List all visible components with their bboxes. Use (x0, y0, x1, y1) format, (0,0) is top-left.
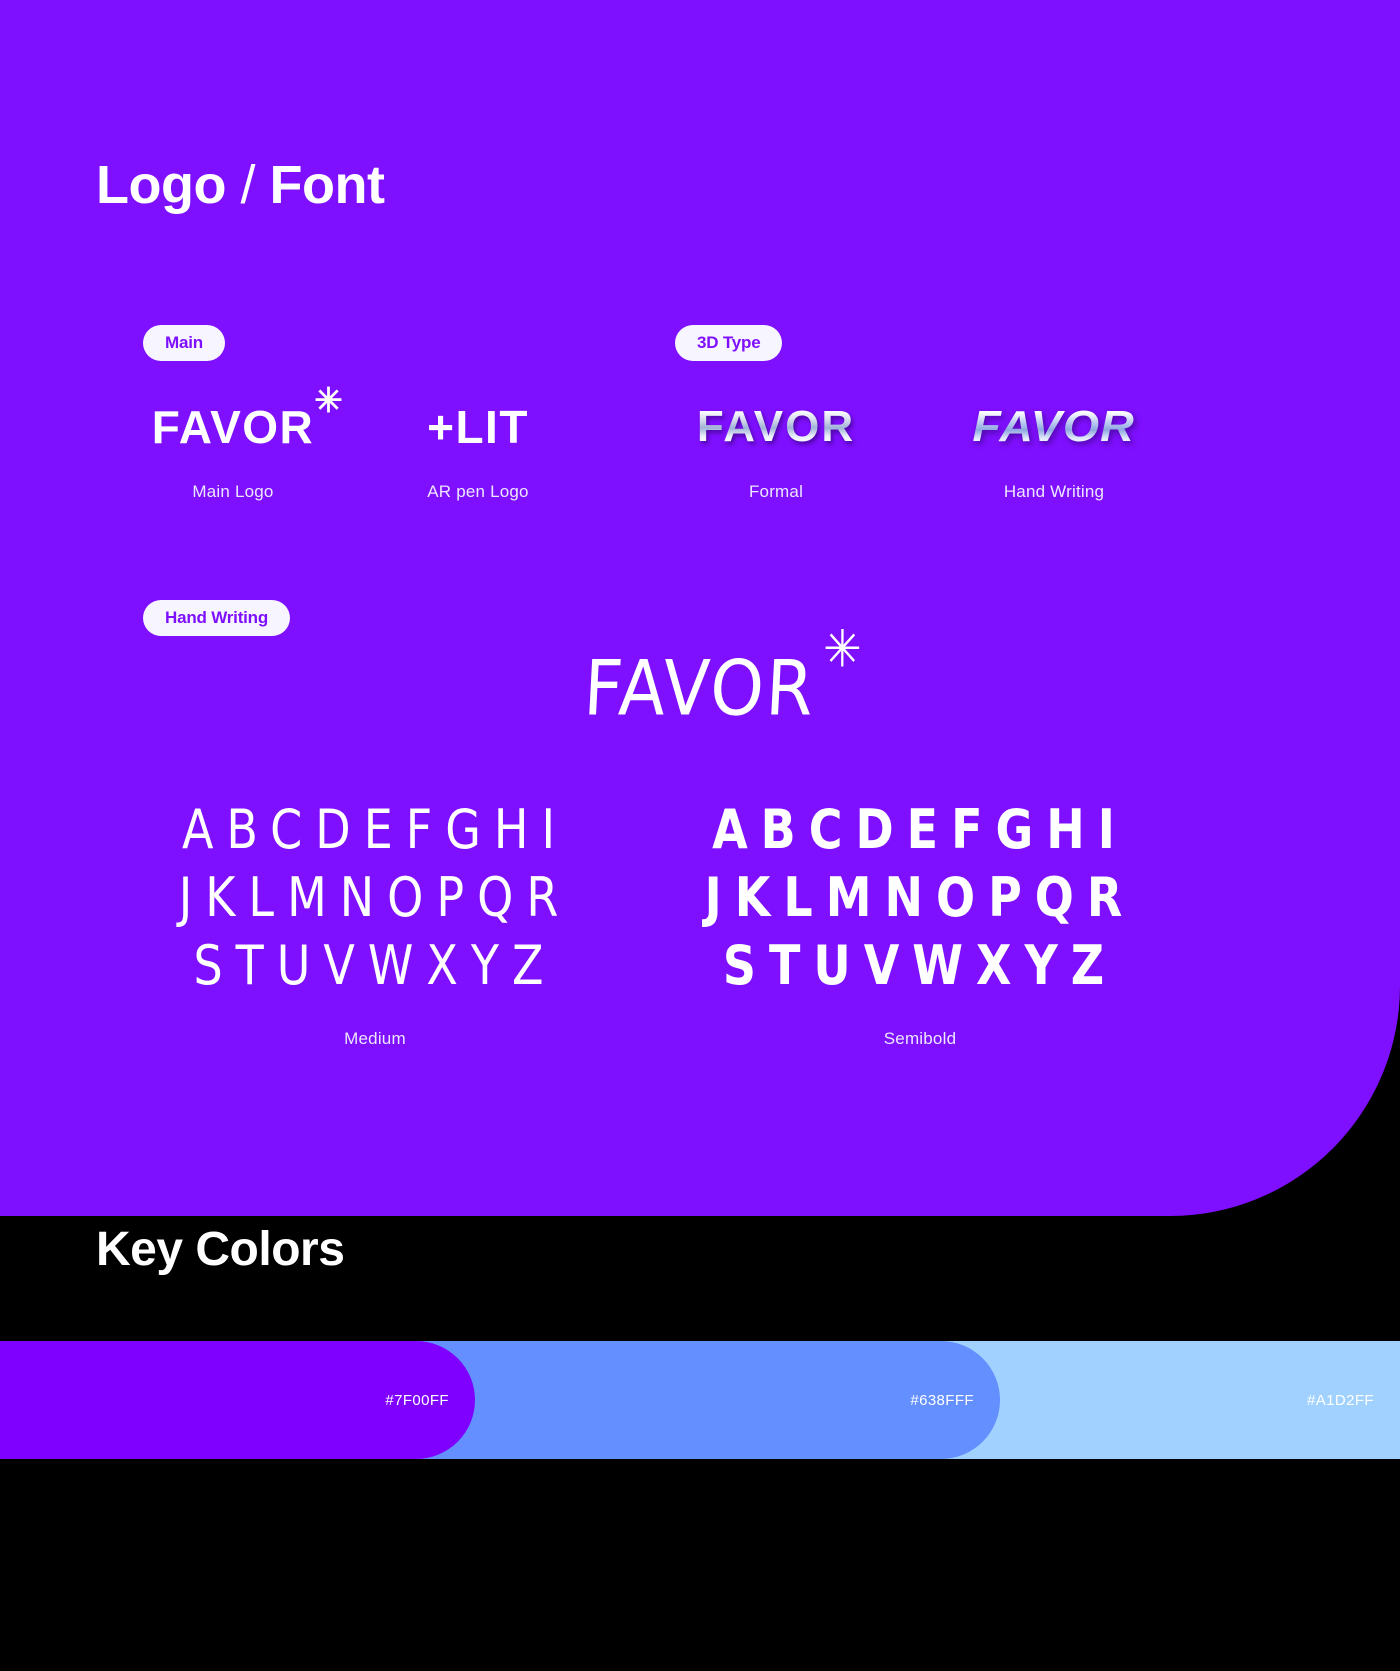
color-swatch-7f00ff: #7F00FF (0, 1341, 475, 1459)
logo-specimen-main: FAVOR ✳ Main Logo (140, 384, 343, 502)
badge-main: Main (143, 325, 225, 361)
logo-caption: Main Logo (192, 482, 274, 501)
asterisk-icon: ✳ (822, 618, 864, 679)
hand-writing-logo: FAVOR ✳ (0, 618, 1400, 733)
logo-specimen-formal: FAVOR ✳ Formal (672, 388, 880, 502)
logo-caption: AR pen Logo (427, 482, 529, 501)
color-hex-label: #7F00FF (385, 1391, 449, 1409)
alphabet-specimen-medium: ABCDEFGHI JKLMNOPQR STUVWXYZ Medium (120, 795, 630, 1049)
hand-writing-wordmark: FAVOR ✳ (582, 618, 864, 734)
logo-art-ar-pen: +LIT (380, 388, 576, 466)
logo-font-panel: Logo / Font Main 3D Type Hand Writing FA… (0, 0, 1400, 1216)
asterisk-icon: ✳ (314, 382, 345, 420)
key-colors-title: Key Colors (96, 1223, 345, 1276)
logo-caption: Hand Writing (1003, 482, 1105, 501)
brand-guideline-page: Logo / Font Main 3D Type Hand Writing FA… (0, 0, 1400, 1671)
logo-specimen-hand-writing-3d: FAVOR Hand Writing (940, 388, 1168, 502)
wordmark-text: FAVOR (582, 645, 818, 734)
wordmark-plus-lit: +LIT (427, 400, 529, 454)
alphabet-row: STUVWXYZ (193, 933, 557, 997)
alphabet-weight-label: Semibold (883, 1029, 957, 1048)
logo-art-formal: FAVOR ✳ (672, 388, 880, 466)
wordmark-text: FAVOR (696, 402, 856, 451)
alphabet-weight-label: Medium (344, 1029, 406, 1048)
color-hex-label: #638FFF (910, 1391, 974, 1409)
wordmark-text: FAVOR (151, 401, 315, 453)
page-title-separator: / (240, 155, 255, 215)
badge-hand-writing: Hand Writing (143, 600, 291, 636)
alphabet-specimen-semibold: ABCDEFGHI JKLMNOPQR STUVWXYZ Semibold (665, 795, 1175, 1049)
wordmark-favor-3d-formal: FAVOR ✳ (697, 402, 855, 452)
page-title: Logo / Font (96, 152, 385, 218)
wordmark-text: +LIT (427, 401, 529, 453)
logo-caption: Formal (748, 482, 804, 501)
wordmark-favor-3d-script: FAVOR (972, 402, 1136, 451)
page-title-sub: Font (269, 155, 385, 215)
page-title-main: Logo (96, 155, 226, 215)
alphabet-row: STUVWXYZ (722, 933, 1118, 997)
logo-art-main: FAVOR ✳ (140, 384, 343, 466)
logo-specimen-ar-pen: +LIT AR pen Logo (380, 388, 576, 502)
color-swatch-group: #A1D2FF #638FFF #7F00FF (0, 1341, 1400, 1459)
color-hex-label: #A1D2FF (1307, 1391, 1374, 1409)
logo-art-hand-writing-3d: FAVOR (940, 388, 1168, 466)
badge-3d-type: 3D Type (675, 325, 783, 361)
asterisk-icon: ✳ (856, 386, 886, 422)
wordmark-favor: FAVOR ✳ (151, 384, 343, 454)
